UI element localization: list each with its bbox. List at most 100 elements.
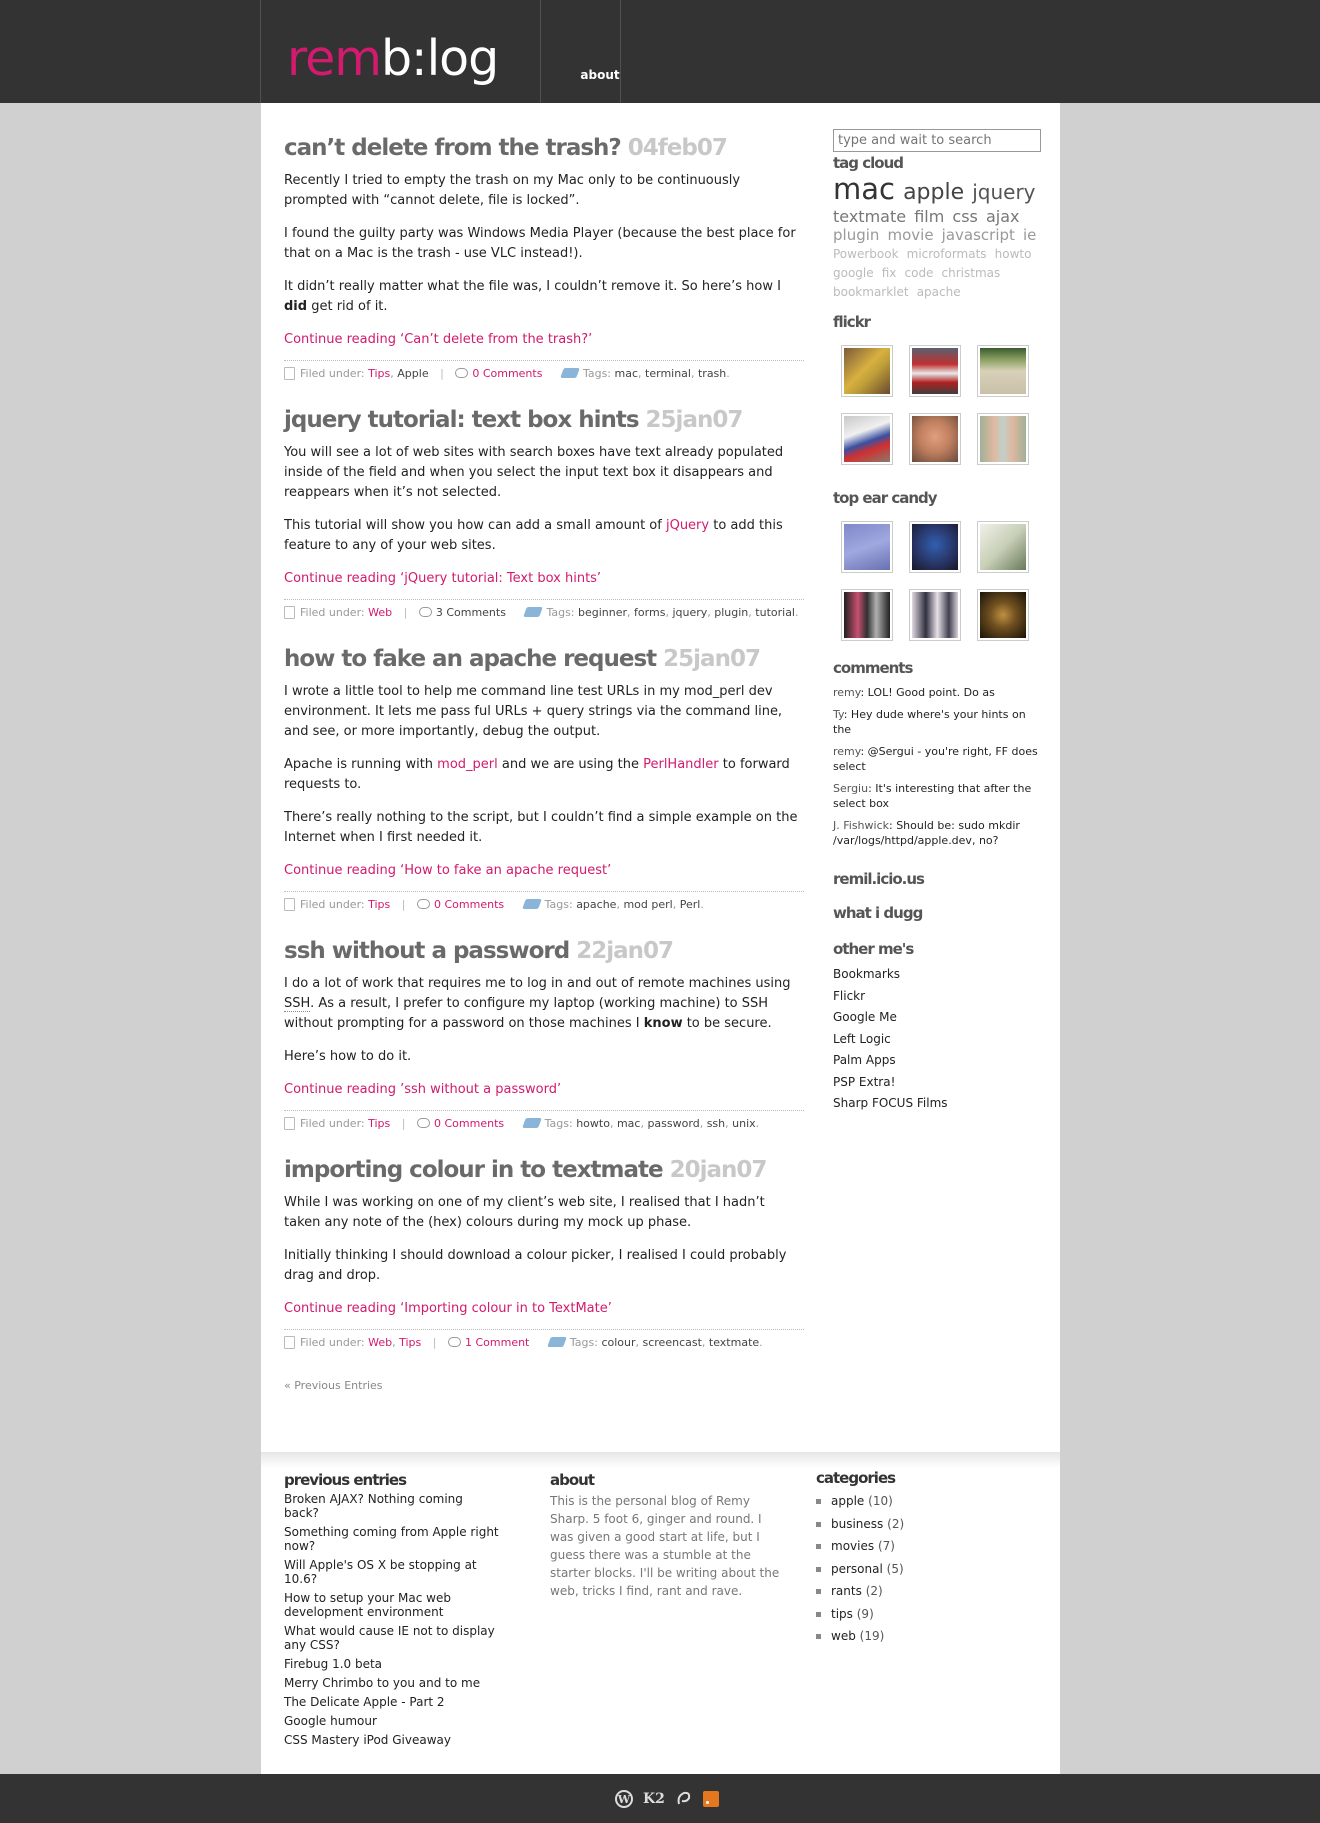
tag-link[interactable]: mac xyxy=(615,367,639,380)
tag-cloud-item[interactable]: apple xyxy=(903,178,964,208)
tag-cloud-item[interactable]: apache xyxy=(917,283,961,301)
post-title[interactable]: jquery tutorial: text box hints 25jan07 xyxy=(284,405,804,435)
tag-cloud-item[interactable]: mac xyxy=(833,174,895,204)
other-me-link[interactable]: Palm Apps xyxy=(833,1050,1041,1072)
previous-entry-link[interactable]: How to setup your Mac web development en… xyxy=(284,1591,499,1619)
tag-link[interactable]: plugin xyxy=(714,606,748,619)
nav-about-link[interactable]: about xyxy=(565,68,635,82)
tag-cloud-item[interactable]: plugin xyxy=(833,226,879,244)
category-link[interactable]: Web xyxy=(368,606,392,619)
tag-cloud-item[interactable]: ajax xyxy=(986,208,1020,226)
search-input[interactable] xyxy=(833,129,1041,152)
comments-link[interactable]: 3 Comments xyxy=(436,606,506,619)
post-title[interactable]: can’t delete from the trash? 04feb07 xyxy=(284,133,804,163)
category-link[interactable]: Tips xyxy=(368,367,390,380)
flickr-photo[interactable] xyxy=(841,345,893,397)
flickr-photo[interactable] xyxy=(977,413,1029,465)
tag-cloud-item[interactable]: css xyxy=(952,208,977,226)
tag-cloud-item[interactable]: javascript xyxy=(942,226,1015,244)
continue-reading-link[interactable]: Continue reading ‘Can’t delete from the … xyxy=(284,330,804,350)
category-link[interactable]: Tips xyxy=(368,1117,390,1130)
other-me-link[interactable]: PSP Extra! xyxy=(833,1072,1041,1094)
tag-cloud-item[interactable]: movie xyxy=(888,226,934,244)
tag-link[interactable]: jquery xyxy=(672,606,707,619)
flickr-photo[interactable] xyxy=(841,413,893,465)
other-me-link[interactable]: Bookmarks xyxy=(833,964,1041,986)
continue-reading-link[interactable]: Continue reading ‘Importing colour in to… xyxy=(284,1299,804,1319)
tag-cloud-item[interactable]: christmas xyxy=(942,264,1001,282)
tag-cloud-item[interactable]: textmate xyxy=(833,208,906,226)
previous-entry-link[interactable]: Google humour xyxy=(284,1714,499,1728)
comment-item[interactable]: Sergiu: It's interesting that after the … xyxy=(833,781,1041,811)
tag-link[interactable]: mod perl xyxy=(623,898,672,911)
comment-item[interactable]: remy: @Sergui - you're right, FF does se… xyxy=(833,744,1041,774)
category-link[interactable]: Tips xyxy=(368,898,390,911)
tag-link[interactable]: beginner xyxy=(578,606,627,619)
remil-heading[interactable]: remil.icio.us xyxy=(833,870,1041,888)
post-title[interactable]: ssh without a password 22jan07 xyxy=(284,936,804,966)
post-title[interactable]: importing colour in to textmate 20jan07 xyxy=(284,1155,804,1185)
previous-entry-link[interactable]: Something coming from Apple right now? xyxy=(284,1525,499,1553)
previous-entry-link[interactable]: Merry Chrimbo to you and to me xyxy=(284,1676,499,1690)
post-title[interactable]: how to fake an apache request 25jan07 xyxy=(284,644,804,674)
other-me-link[interactable]: Flickr xyxy=(833,986,1041,1008)
previous-entry-link[interactable]: Will Apple's OS X be stopping at 10.6? xyxy=(284,1558,499,1586)
wordpress-icon[interactable]: W xyxy=(615,1790,633,1808)
previous-entry-link[interactable]: CSS Mastery iPod Giveaway xyxy=(284,1733,499,1747)
tag-link[interactable]: Perl xyxy=(680,898,701,911)
album-cover[interactable] xyxy=(977,521,1029,573)
tag-link[interactable]: colour xyxy=(601,1336,635,1349)
tag-link[interactable]: terminal xyxy=(645,367,691,380)
tag-link[interactable]: mac xyxy=(617,1117,641,1130)
other-me-link[interactable]: Sharp FOCUS Films xyxy=(833,1093,1041,1115)
comments-link[interactable]: 0 Comments xyxy=(472,367,542,380)
tag-cloud-item[interactable]: Powerbook xyxy=(833,245,899,263)
tag-cloud-item[interactable]: bookmarklet xyxy=(833,283,909,301)
previous-entries-link[interactable]: « Previous Entries xyxy=(284,1379,383,1392)
perlhandler-link[interactable]: PerlHandler xyxy=(643,757,719,772)
comments-link[interactable]: 0 Comments xyxy=(434,898,504,911)
comment-item[interactable]: J. Fishwick: Should be: sudo mkdir /var/… xyxy=(833,818,1041,848)
comment-item[interactable]: remy: LOL! Good point. Do as xyxy=(833,685,1041,700)
tag-cloud-item[interactable]: fix xyxy=(882,264,897,282)
continue-reading-link[interactable]: Continue reading ‘jQuery tutorial: Text … xyxy=(284,569,804,589)
feed-reader-icon[interactable] xyxy=(675,1790,693,1808)
album-cover[interactable] xyxy=(841,589,893,641)
rss-icon[interactable] xyxy=(702,1791,719,1807)
tag-link[interactable]: unix xyxy=(732,1117,756,1130)
album-cover[interactable] xyxy=(841,521,893,573)
dugg-heading[interactable]: what i dugg xyxy=(833,904,1041,922)
continue-reading-link[interactable]: Continue reading ‘How to fake an apache … xyxy=(284,861,804,881)
tag-cloud-item[interactable]: film xyxy=(914,208,944,226)
category-item[interactable]: web (19) xyxy=(816,1625,1016,1648)
comments-link[interactable]: 1 Comment xyxy=(465,1336,529,1349)
tag-cloud-item[interactable]: microformats xyxy=(907,245,987,263)
tag-cloud-item[interactable]: ie xyxy=(1023,226,1036,244)
other-me-link[interactable]: Left Logic xyxy=(833,1029,1041,1051)
tag-link[interactable]: textmate xyxy=(709,1336,759,1349)
tag-link[interactable]: tutorial xyxy=(755,606,795,619)
flickr-photo[interactable] xyxy=(909,345,961,397)
category-link[interactable]: Web xyxy=(368,1336,392,1349)
k2-icon[interactable]: K2 xyxy=(643,1791,665,1807)
tag-link[interactable]: screencast xyxy=(643,1336,702,1349)
previous-entry-link[interactable]: Firebug 1.0 beta xyxy=(284,1657,499,1671)
mod-perl-link[interactable]: mod_perl xyxy=(437,757,498,772)
category-item[interactable]: apple (10) xyxy=(816,1490,1016,1513)
category-item[interactable]: personal (5) xyxy=(816,1558,1016,1581)
category-link[interactable]: Tips xyxy=(399,1336,421,1349)
tag-link[interactable]: password xyxy=(647,1117,699,1130)
category-item[interactable]: business (2) xyxy=(816,1513,1016,1536)
album-cover[interactable] xyxy=(977,589,1029,641)
other-me-link[interactable]: Google Me xyxy=(833,1007,1041,1029)
category-item[interactable]: movies (7) xyxy=(816,1535,1016,1558)
album-cover[interactable] xyxy=(909,521,961,573)
album-cover[interactable] xyxy=(909,589,961,641)
tag-cloud-item[interactable]: google xyxy=(833,264,874,282)
jquery-link[interactable]: jQuery xyxy=(666,518,709,533)
tag-cloud-item[interactable]: howto xyxy=(995,245,1032,263)
previous-entry-link[interactable]: The Delicate Apple - Part 2 xyxy=(284,1695,499,1709)
tag-cloud-item[interactable]: jquery xyxy=(972,177,1035,207)
flickr-photo[interactable] xyxy=(977,345,1029,397)
comments-link[interactable]: 0 Comments xyxy=(434,1117,504,1130)
